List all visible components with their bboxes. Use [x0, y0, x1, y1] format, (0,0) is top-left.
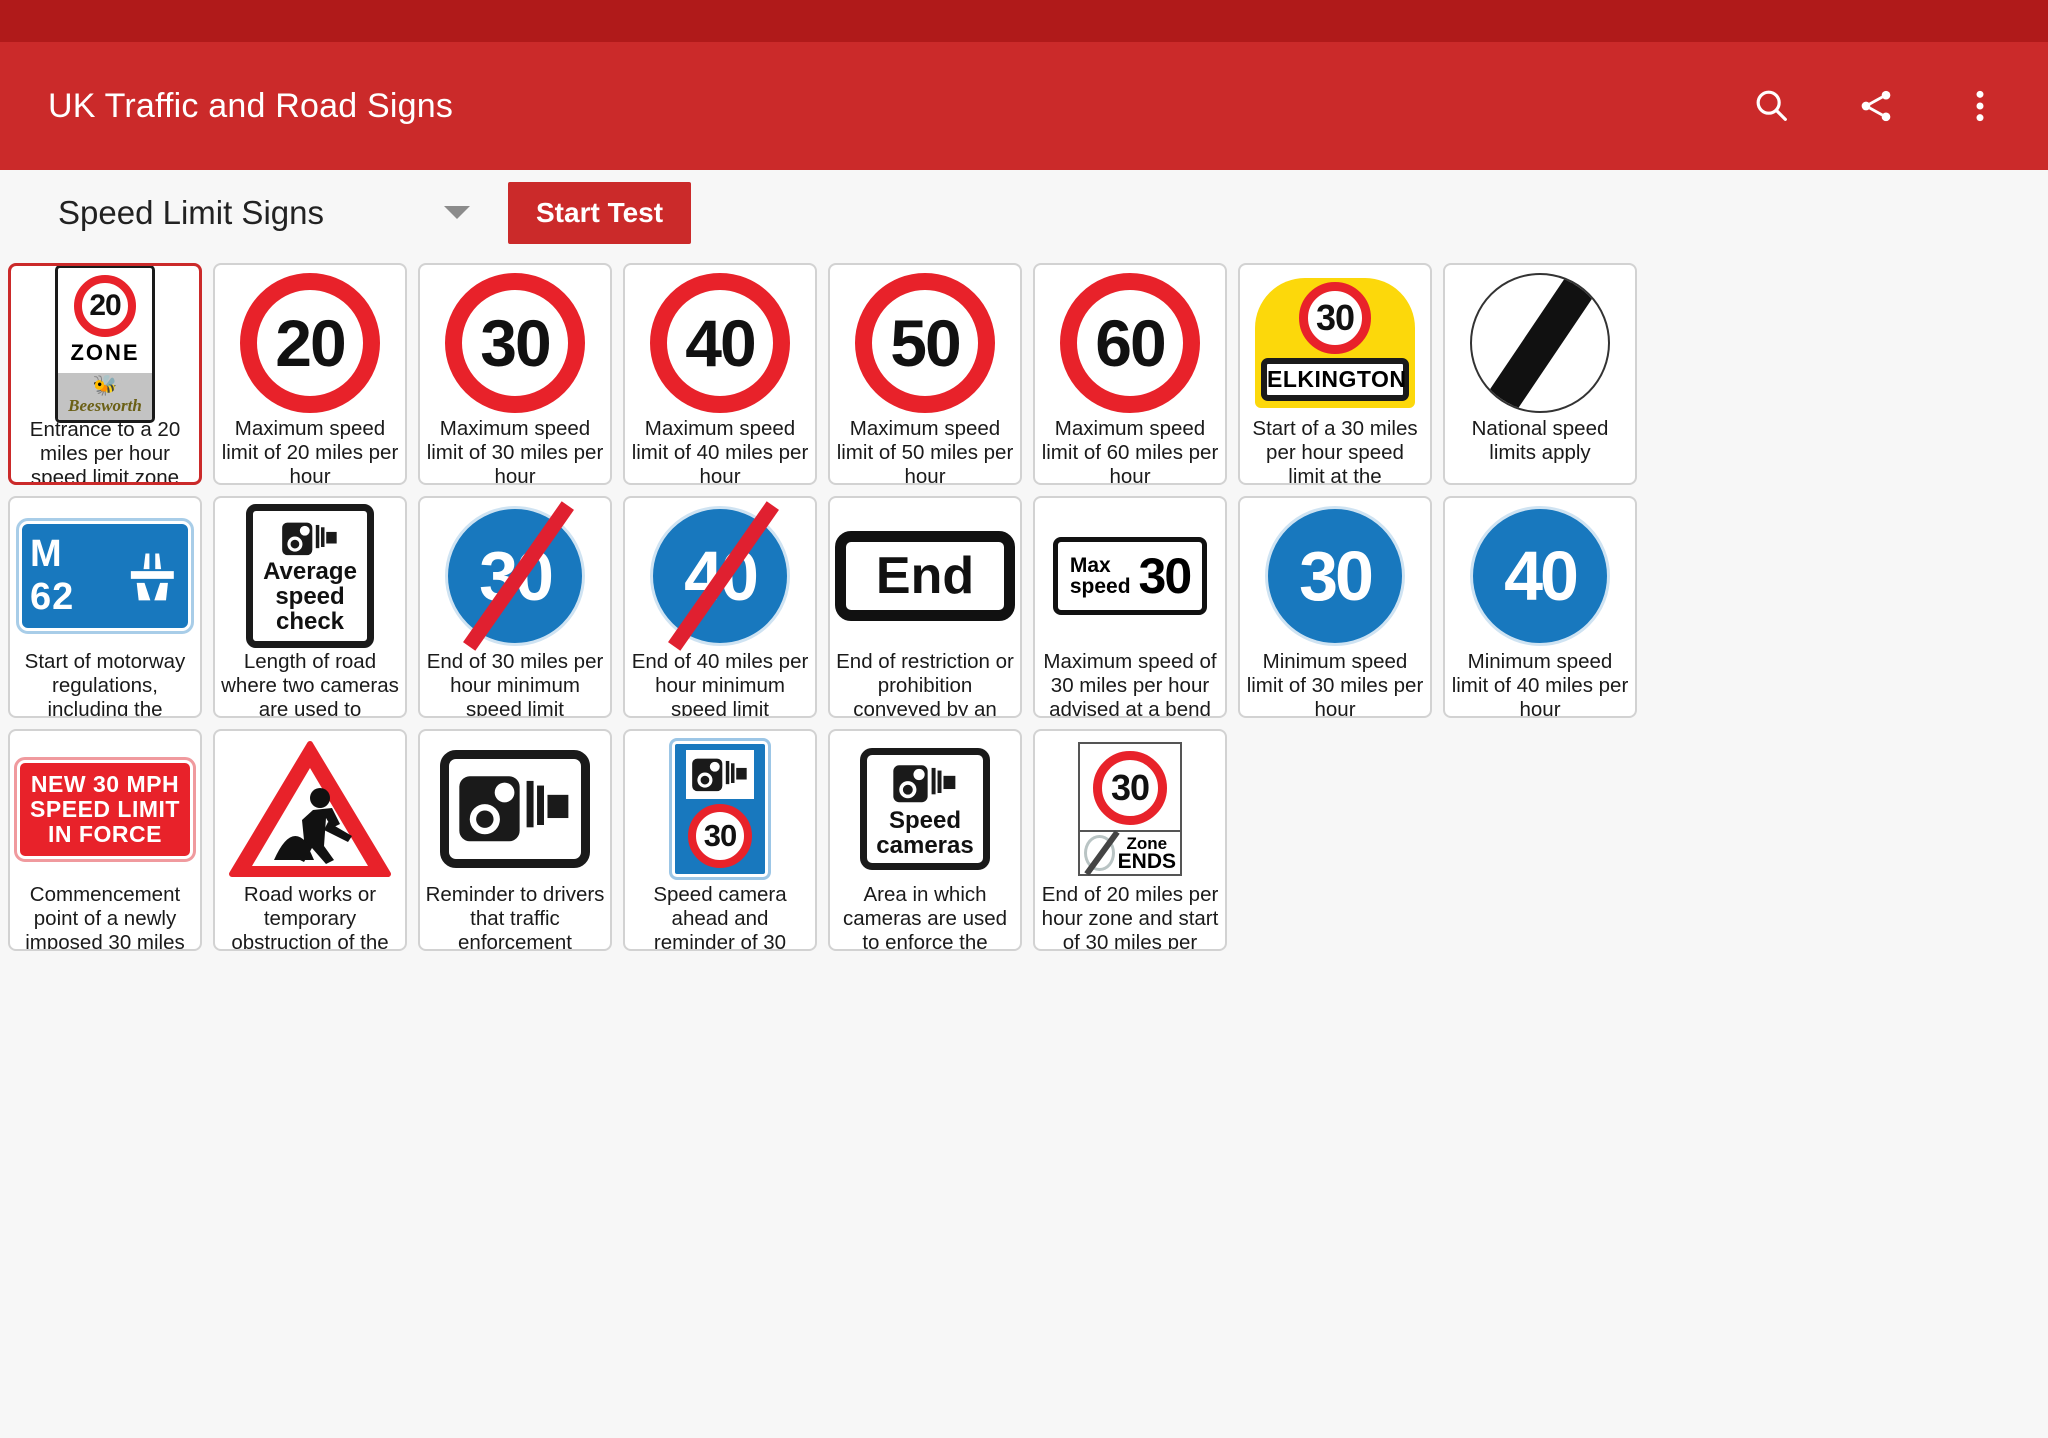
sign-card[interactable]: 30 Speed camera ahead and reminder of 30 …	[623, 729, 817, 951]
sign-caption: National speed limits apply	[1471, 417, 1609, 464]
sign-caption: Maximum speed limit of 20 miles per hour	[221, 417, 399, 483]
sign-card[interactable]: End End of restriction or prohibition con…	[828, 496, 1022, 718]
sign-graphic-speedcameras: Speed cameras	[830, 731, 1020, 883]
sign-caption: End of 40 miles per hour minimum speed l…	[631, 650, 809, 716]
sign-card[interactable]: 30 ELKINGTON Start of a 30 miles per hour …	[1238, 263, 1432, 485]
sign-card[interactable]: Average speed check Length of road where tw…	[213, 496, 407, 718]
sign-card[interactable]: 20 Maximum speed limit of 20 miles per ho…	[213, 263, 407, 485]
sign-graphic-camahead30: 30	[625, 731, 815, 883]
app-bar-actions	[1746, 80, 2006, 132]
sign-graphic-limit50: 50	[830, 265, 1020, 417]
sign-caption: Speed camera ahead and reminder of 30 mi…	[653, 883, 787, 949]
sign-graphic-endmin30: 30	[420, 498, 610, 651]
sign-caption: Length of road where two cameras are use…	[221, 650, 399, 716]
page-title: UK Traffic and Road Signs	[48, 86, 454, 125]
sign-grid: 20 ZONE 🐝 Beesworth Entrance to a 20 miles p…	[0, 255, 2048, 951]
sign-graphic-limit30: 30	[420, 265, 610, 417]
sign-card[interactable]: 50 Maximum speed limit of 50 miles per ho…	[828, 263, 1022, 485]
sign-caption: Entrance to a 20 miles per hour speed li…	[29, 418, 181, 482]
sign-caption: End of restriction or prohibition convey…	[836, 650, 1014, 716]
sign-caption: End of 20 miles per hour zone and start …	[1041, 883, 1219, 949]
sign-graphic-zone20ends: 30 Zone ENDS	[1035, 731, 1225, 883]
sign-caption: Reminder to drivers that traffic enforce…	[425, 883, 605, 949]
sign-caption: Area in which cameras are used to enforc…	[842, 883, 1008, 949]
sign-graphic-endmin40: 40	[625, 498, 815, 651]
status-bar	[0, 0, 2048, 42]
sign-card[interactable]: 40 Maximum speed limit of 40 miles per ho…	[623, 263, 817, 485]
sign-graphic-camreminder	[420, 731, 610, 883]
app-bar: UK Traffic and Road Signs	[0, 42, 2048, 170]
sign-graphic-motorway: M 62	[10, 498, 200, 650]
sign-graphic-national	[1445, 265, 1635, 417]
sign-graphic-gateway30: 30 ELKINGTON	[1240, 265, 1430, 417]
sign-card[interactable]: 30 Maximum speed limit of 30 miles per ho…	[418, 263, 612, 485]
chevron-down-icon	[444, 206, 470, 219]
sign-card[interactable]: 30 Zone ENDS End of 20 miles per hour zone …	[1033, 729, 1227, 951]
sign-caption: End of 30 miles per hour minimum speed l…	[426, 650, 604, 716]
sign-card[interactable]: NEW 30 MPH SPEED LIMIT IN FORCE Commencemen…	[8, 729, 202, 951]
sign-graphic-zone20: 20 ZONE 🐝 Beesworth	[11, 266, 199, 423]
sign-graphic-avgspeed: Average speed check	[215, 498, 405, 650]
sign-graphic-new30: NEW 30 MPH SPEED LIMIT IN FORCE	[10, 731, 200, 883]
sign-card[interactable]: Road works or temporary obstruction of t…	[213, 729, 407, 951]
sign-caption: Start of a 30 miles per hour speed limit…	[1252, 417, 1418, 483]
sign-caption: Maximum speed of 30 miles per hour advis…	[1043, 650, 1217, 716]
sign-caption: Commencement point of a newly imposed 30…	[25, 883, 185, 949]
sign-graphic-roadworks	[215, 731, 405, 883]
start-test-button[interactable]: Start Test	[508, 181, 692, 244]
sign-caption: Road works or temporary obstruction of t…	[231, 883, 389, 949]
sign-card[interactable]: 20 ZONE 🐝 Beesworth Entrance to a 20 miles p…	[8, 263, 202, 485]
sign-caption: Minimum speed limit of 30 miles per hour	[1246, 650, 1424, 716]
sign-card[interactable]: 30 Minimum speed limit of 30 miles per ho…	[1238, 496, 1432, 718]
sign-card[interactable]: 60 Maximum speed limit of 60 miles per ho…	[1033, 263, 1227, 485]
sign-card[interactable]: 40End of 40 miles per hour minimum speed…	[623, 496, 817, 718]
sign-caption: Maximum speed limit of 40 miles per hour	[631, 417, 809, 483]
sign-card[interactable]: Reminder to drivers that traffic enforce…	[418, 729, 612, 951]
category-dropdown[interactable]: Speed Limit Signs	[58, 194, 508, 232]
sign-caption: Maximum speed limit of 60 miles per hour	[1041, 417, 1219, 483]
sign-caption: Minimum speed limit of 40 miles per hour	[1451, 650, 1629, 716]
sign-caption: Maximum speed limit of 50 miles per hour	[836, 417, 1014, 483]
sign-graphic-min30: 30	[1240, 498, 1430, 650]
search-icon[interactable]	[1746, 80, 1798, 132]
sign-graphic-limit60: 60	[1035, 265, 1225, 417]
sign-graphic-min40: 40	[1445, 498, 1635, 650]
sign-caption: Start of motorway regulations, including…	[24, 650, 186, 716]
overflow-menu-icon[interactable]	[1954, 80, 2006, 132]
sign-card[interactable]: Max speed 30 Maximum speed of 30 miles per …	[1033, 496, 1227, 718]
sign-card[interactable]: National speed limits apply	[1443, 263, 1637, 485]
sign-graphic-limit40: 40	[625, 265, 815, 417]
sign-graphic-endrestrict: End	[830, 498, 1020, 650]
sign-graphic-maxspeed30: Max speed 30	[1035, 498, 1225, 650]
sign-card[interactable]: M 62 Start of motorway regulations, inclu…	[8, 496, 202, 718]
sign-graphic-limit20: 20	[215, 265, 405, 417]
category-dropdown-label: Speed Limit Signs	[58, 193, 324, 231]
sign-caption: Maximum speed limit of 30 miles per hour	[426, 417, 604, 483]
share-icon[interactable]	[1850, 80, 1902, 132]
sign-card[interactable]: 30End of 30 miles per hour minimum speed…	[418, 496, 612, 718]
toolbar: Speed Limit Signs Start Test	[0, 170, 2048, 255]
sign-card[interactable]: Speed cameras Area in which cameras are us…	[828, 729, 1022, 951]
sign-card[interactable]: 40 Minimum speed limit of 40 miles per ho…	[1443, 496, 1637, 718]
